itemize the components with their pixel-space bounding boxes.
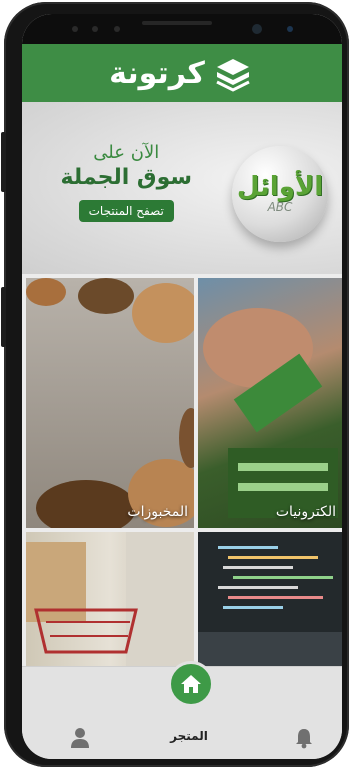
category-tile-electronics[interactable]: الكترونيات [198,278,342,528]
app-bar: كرتونة [22,44,342,102]
banner-text: الآن على سوق الجملة تصفح المنتجات [61,142,192,222]
category-tile-bakery[interactable]: المخبوزات [26,278,194,528]
brand-ball-logo: الأوائل ABC [232,146,328,242]
category-label: الكترونيات [275,504,336,520]
bottom-navigation: المتجر [22,661,342,759]
bell-icon[interactable] [294,727,314,749]
category-label: المخبوزات [127,504,188,520]
volume-button [1,132,6,192]
banner-line1: الآن على [93,142,160,163]
screen: كرتونة الآن على سوق الجملة تصفح المنتجات… [22,14,342,759]
brand-name: كرتونة [109,55,205,91]
bread-image [26,278,194,528]
code-image [198,532,342,666]
brand-ball-sub: ABC [267,200,293,214]
phone-frame: كرتونة الآن على سوق الجملة تصفح المنتجات… [1,2,349,767]
banner-line2: سوق الجملة [60,165,192,190]
box-logo-icon [216,59,250,92]
home-button[interactable] [168,661,214,707]
home-icon [181,675,201,693]
brand-ball-title: الأوائل [236,172,324,202]
status-bar [22,14,342,44]
power-button [1,287,6,347]
promo-banner[interactable]: الآن على سوق الجملة تصفح المنتجات الأوائ… [22,102,342,274]
cart-image [26,532,194,666]
user-icon[interactable] [70,727,90,749]
category-tile-groceries[interactable] [26,532,194,666]
ram-image [203,308,338,518]
category-tile-software[interactable] [198,532,342,666]
browse-products-button[interactable]: تصفح المنتجات [78,200,174,222]
store-label: المتجر [170,729,208,743]
